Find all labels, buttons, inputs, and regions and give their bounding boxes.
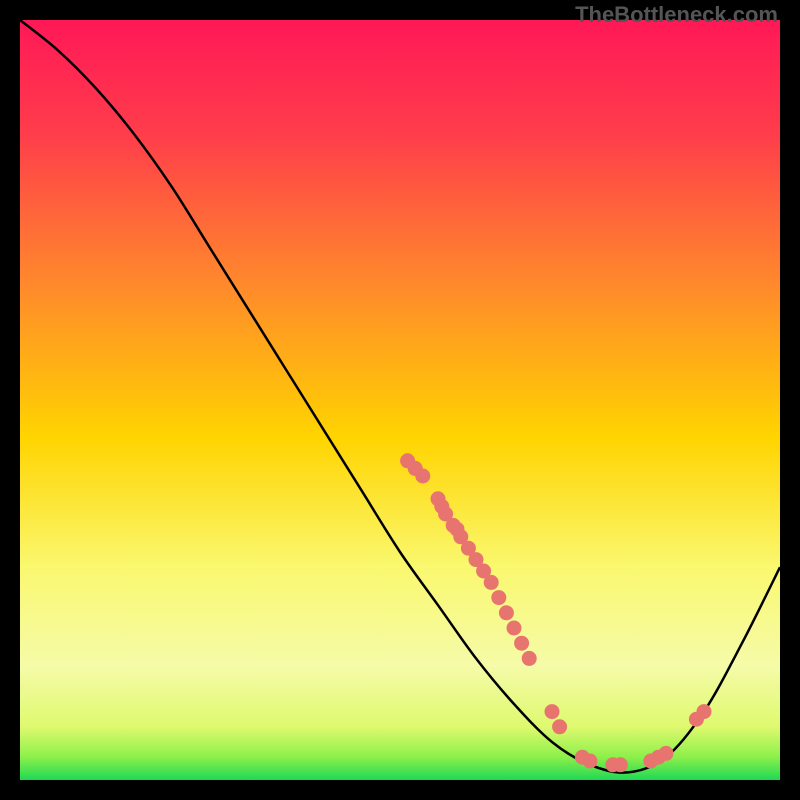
- chart-point: [415, 469, 430, 484]
- chart-point: [484, 575, 499, 590]
- chart-point: [522, 651, 537, 666]
- watermark-text: TheBottleneck.com: [575, 2, 778, 28]
- chart-point: [552, 719, 567, 734]
- chart-point: [514, 636, 529, 651]
- chart-point: [545, 704, 560, 719]
- chart-point: [697, 704, 712, 719]
- chart-point: [613, 757, 628, 772]
- chart-point: [583, 754, 598, 769]
- chart-point: [499, 605, 514, 620]
- chart-point: [491, 590, 506, 605]
- chart-point: [659, 746, 674, 761]
- chart-plot-area: [20, 20, 780, 780]
- chart-svg: [20, 20, 780, 780]
- chart-point: [507, 621, 522, 636]
